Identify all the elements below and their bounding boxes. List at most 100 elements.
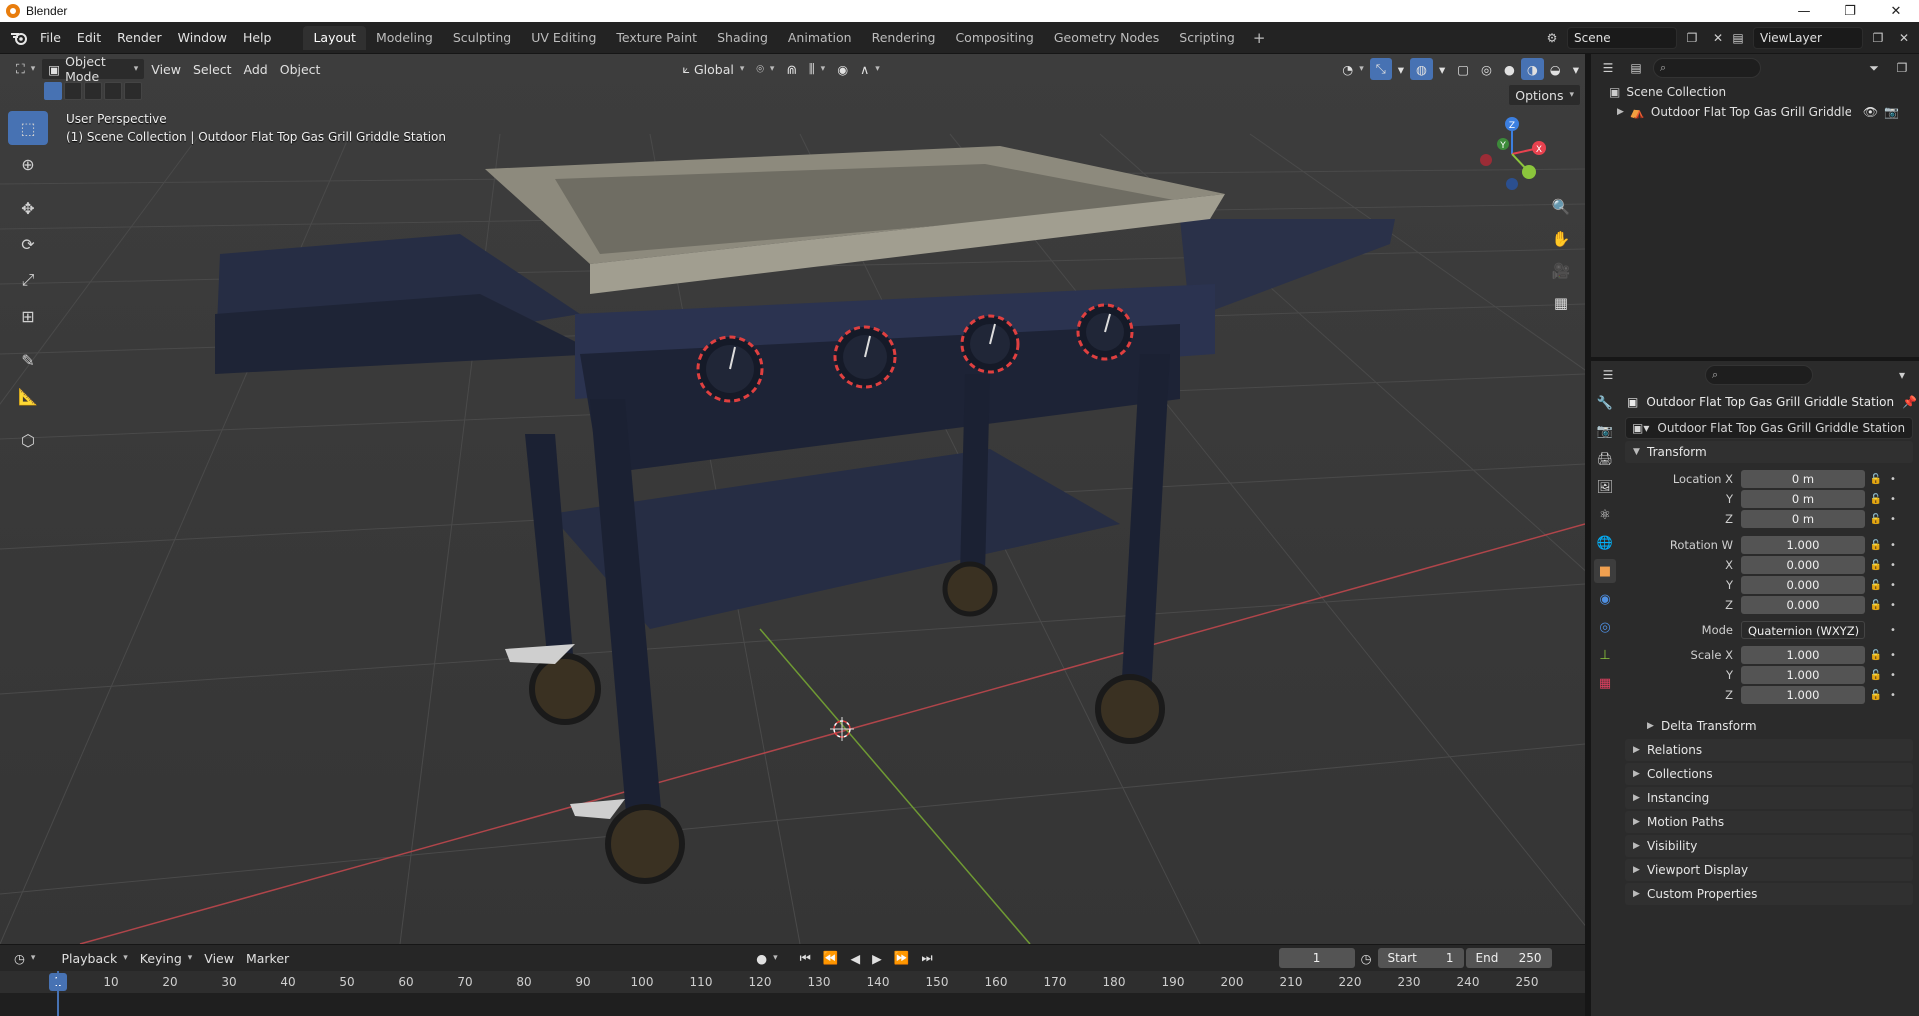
editor-type-icon[interactable]: ⛶ ▾ (10, 58, 41, 80)
keyframe-dot-icon[interactable]: • (1887, 494, 1899, 505)
viewport-menu-add[interactable]: Add (238, 58, 274, 80)
shading-dropdown-icon[interactable]: ▾ (1567, 58, 1585, 80)
preview-range-icon[interactable]: ◷ (1355, 947, 1378, 969)
lock-icon[interactable]: 🔓 (1865, 600, 1887, 611)
measure-tool-icon[interactable]: 📐 (8, 379, 48, 413)
lock-icon[interactable]: 🔓 (1865, 580, 1887, 591)
ortho-grid-icon[interactable]: ▦ (1547, 290, 1575, 316)
custom-properties-section[interactable]: ▶ Custom Properties (1625, 883, 1913, 905)
gizmo-toggle-icon[interactable]: ⤡ (1369, 58, 1392, 80)
annotate-tool-icon[interactable]: ✎ (8, 343, 48, 377)
scale-y-field[interactable]: 1.000 (1741, 666, 1865, 684)
display-mode-icon[interactable]: ▤ (1625, 57, 1647, 79)
overlays-toggle-icon[interactable]: ◍ (1410, 58, 1433, 80)
rotation-z-field[interactable]: 0.000 (1741, 596, 1865, 614)
outliner-scene-collection[interactable]: ▣ Scene Collection (1591, 82, 1919, 102)
scene-icon[interactable]: ⚙ (1541, 27, 1563, 49)
keyframe-dot-icon[interactable]: • (1887, 560, 1899, 571)
location-z-field[interactable]: 0 m (1741, 510, 1865, 528)
select-extend-icon[interactable] (64, 82, 82, 100)
location-x-field[interactable]: 0 m (1741, 470, 1865, 488)
instancing-section[interactable]: ▶ Instancing (1625, 787, 1913, 809)
maximize-button[interactable]: ❐ (1827, 0, 1873, 22)
workspace-tab-modeling[interactable]: Modeling (366, 26, 443, 50)
lock-icon[interactable]: 🔓 (1865, 670, 1887, 681)
world-tab-icon[interactable]: 🌐 (1594, 531, 1616, 555)
output-tab-icon[interactable]: 🖨 (1594, 447, 1616, 471)
options-dropdown[interactable]: Options ▾ (1508, 84, 1581, 106)
properties-editor-type-icon[interactable]: ☰ (1597, 364, 1619, 386)
timeline-editor-type-icon[interactable]: ◷ ▾ (8, 947, 41, 969)
lock-icon[interactable]: 🔓 (1865, 690, 1887, 701)
playhead[interactable] (57, 971, 59, 1016)
select-invert-icon[interactable] (104, 82, 122, 100)
viewport-menu-select[interactable]: Select (187, 58, 238, 80)
render-camera-icon[interactable]: 📷 (1884, 105, 1899, 119)
keyframe-dot-icon[interactable]: • (1887, 540, 1899, 551)
timeline-menu-marker[interactable]: Marker (240, 947, 295, 969)
lock-icon[interactable]: 🔓 (1865, 650, 1887, 661)
menu-render[interactable]: Render (109, 27, 170, 49)
view-layer-icon[interactable]: ▤ (1727, 27, 1749, 49)
lock-icon[interactable]: 🔓 (1865, 494, 1887, 505)
lock-icon[interactable]: 🔓 (1865, 514, 1887, 525)
workspace-tab-rendering[interactable]: Rendering (862, 26, 946, 50)
select-intersect-icon[interactable] (124, 82, 142, 100)
3d-viewport[interactable]: ⛶ ▾ ▣ Object Mode ▾ View Select Add Objec… (0, 54, 1585, 944)
view-layer-name-field[interactable]: ViewLayer (1753, 27, 1863, 49)
start-frame-field[interactable]: Start 1 (1377, 948, 1464, 968)
delete-view-layer-icon[interactable]: ✕ (1893, 27, 1915, 49)
jump-keyframe-forward-icon[interactable]: ⏩ (888, 947, 916, 969)
properties-options-icon[interactable]: ▾ (1891, 364, 1913, 386)
record-icon[interactable]: ● ▾ (750, 947, 783, 969)
select-box-tool-icon[interactable]: ⬚ (8, 111, 48, 145)
viewport-menu-view[interactable]: View (145, 58, 187, 80)
jump-keyframe-back-icon[interactable]: ⏪ (817, 947, 845, 969)
properties-search-input[interactable]: ⌕ (1705, 365, 1813, 385)
workspace-tab-uv-editing[interactable]: UV Editing (521, 26, 606, 50)
keyframe-dot-icon[interactable]: • (1887, 600, 1899, 611)
lock-icon[interactable]: 🔓 (1865, 540, 1887, 551)
outliner-editor-type-icon[interactable]: ☰ (1597, 57, 1619, 79)
rotate-tool-icon[interactable]: ⟳ (8, 227, 48, 261)
viewport-display-section[interactable]: ▶ Viewport Display (1625, 859, 1913, 881)
menu-file[interactable]: File (32, 27, 69, 49)
workspace-tab-geometry-nodes[interactable]: Geometry Nodes (1044, 26, 1169, 50)
blender-logo-icon[interactable] (6, 27, 32, 49)
navigation-gizmo[interactable]: Z X Y (1477, 114, 1547, 194)
transform-tool-icon[interactable]: ⊞ (8, 299, 48, 333)
location-y-field[interactable]: 0 m (1741, 490, 1865, 508)
lock-icon[interactable]: 🔓 (1865, 474, 1887, 485)
filter-icon[interactable]: ⏷ (1863, 57, 1885, 79)
menu-window[interactable]: Window (170, 27, 235, 49)
zoom-icon[interactable]: 🔍 (1547, 194, 1575, 220)
end-frame-field[interactable]: End 250 (1465, 948, 1552, 968)
motion-paths-section[interactable]: ▶ Motion Paths (1625, 811, 1913, 833)
cursor-tool-icon[interactable]: ⊕ (8, 147, 48, 181)
jump-start-icon[interactable]: ⏮ (794, 947, 817, 969)
select-subtract-icon[interactable] (84, 82, 102, 100)
physics-tab-icon[interactable]: ◎ (1594, 615, 1616, 639)
rotation-w-field[interactable]: 1.000 (1741, 536, 1865, 554)
workspace-tab-sculpting[interactable]: Sculpting (443, 26, 521, 50)
rotation-mode-dropdown[interactable]: Quaternion (WXYZ) ▾ (1741, 621, 1865, 654)
keyframe-dot-icon[interactable]: • (1887, 690, 1899, 701)
scale-x-field[interactable]: 1.000 (1741, 646, 1865, 664)
timeline-menu-keying[interactable]: Keying ▾ (134, 947, 199, 969)
overlays-dropdown-icon[interactable]: ▾ (1433, 58, 1451, 80)
keyframe-dot-icon[interactable]: • (1887, 474, 1899, 485)
keyframe-dot-icon[interactable]: • (1887, 670, 1899, 681)
workspace-tab-compositing[interactable]: Compositing (945, 26, 1043, 50)
lock-icon[interactable]: 🔓 (1865, 560, 1887, 571)
object-name-field[interactable]: ▣▾ Outdoor Flat Top Gas Grill Griddle St… (1625, 417, 1913, 439)
outliner-search-input[interactable]: ⌕ (1653, 58, 1761, 78)
constraints-tab-icon[interactable]: ⊥ (1594, 643, 1616, 667)
add-workspace-button[interactable]: + (1245, 29, 1274, 47)
shading-rendered-icon[interactable]: ◒ (1544, 58, 1567, 80)
snap-target-icon[interactable]: ⫼ ▾ (803, 58, 831, 80)
visibility-section[interactable]: ▶ Visibility (1625, 835, 1913, 857)
camera-view-icon[interactable]: 🎥 (1547, 258, 1575, 284)
select-new-icon[interactable] (44, 82, 62, 100)
pivot-point-icon[interactable]: ⌾ ▾ (750, 58, 780, 80)
new-scene-icon[interactable]: ❐ (1681, 27, 1703, 49)
